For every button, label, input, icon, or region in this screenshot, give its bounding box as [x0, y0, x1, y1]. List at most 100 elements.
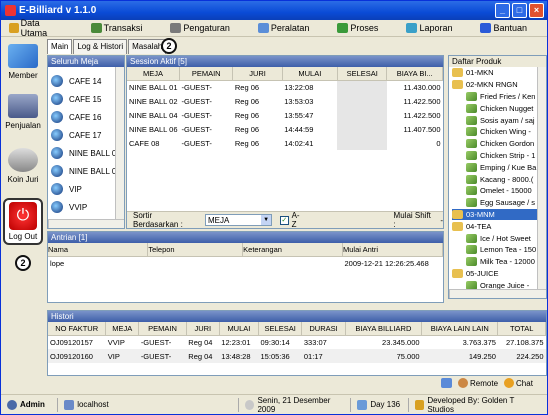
column-header[interactable]: Nama: [48, 243, 149, 257]
product-item[interactable]: Ice / Hot Sweet: [452, 232, 546, 244]
product-category[interactable]: 02-MKN RNGN: [452, 79, 546, 91]
sort-select[interactable]: MEJA ▼: [205, 214, 273, 226]
meja-item[interactable]: NINE BALL 03: [48, 144, 124, 162]
folder-icon: [452, 80, 463, 90]
chat-button[interactable]: Chat: [504, 378, 533, 388]
table-cell: Reg 06: [234, 138, 260, 148]
column-header[interactable]: BIAYA LAIN LAIN: [421, 322, 499, 336]
meja-item[interactable]: NINE BALL 05: [48, 162, 124, 180]
meja-horizontal-scrollbar[interactable]: [48, 219, 124, 228]
menu-bantuan[interactable]: Bantuan: [472, 23, 527, 33]
table-row[interactable]: NINE BALL 01 -GUEST- Reg 06 13:22:08 11.430.…: [127, 80, 443, 94]
column-header[interactable]: BIAYA BI...: [386, 67, 443, 81]
billiard-ball-icon: [51, 201, 63, 213]
product-icon: [466, 257, 477, 267]
meja-item[interactable]: CAFE 16: [48, 108, 124, 126]
column-header[interactable]: JURI: [186, 322, 220, 336]
table-cell: 14:02:41: [284, 138, 314, 148]
column-header[interactable]: Mulai Antri: [342, 243, 443, 257]
product-item[interactable]: Sosis ayam / saj: [452, 114, 546, 126]
product-item[interactable]: Chicken Strip - 1: [452, 150, 546, 162]
close-button[interactable]: ×: [529, 3, 544, 18]
computer-icon: [64, 399, 75, 410]
product-category[interactable]: 01-MKN: [452, 67, 546, 79]
product-category[interactable]: 04-TEA: [452, 220, 546, 232]
product-item[interactable]: Chicken Wing -: [452, 126, 546, 138]
meja-item[interactable]: CAFE 14: [48, 72, 124, 90]
column-header[interactable]: Keterangan: [242, 243, 344, 257]
column-header[interactable]: NO FAKTUR: [48, 322, 107, 336]
menu-data-utama[interactable]: Data Utama: [1, 18, 63, 38]
maximize-button[interactable]: □: [512, 3, 527, 18]
column-header[interactable]: Telepon: [147, 243, 244, 257]
produk-horizontal-scrollbar[interactable]: [449, 289, 546, 298]
column-header[interactable]: BIAYA BILLIARD: [345, 322, 423, 336]
product-item[interactable]: Chicken Gordon: [452, 138, 546, 150]
remote-button[interactable]: Remote: [458, 378, 498, 388]
tree-item-label: Lemon Tea - 150: [480, 245, 537, 255]
menu-proses[interactable]: Proses: [329, 23, 378, 33]
column-header[interactable]: DURASI: [301, 322, 346, 336]
meja-item[interactable]: CAFE 17: [48, 126, 124, 144]
product-icon: [466, 174, 477, 184]
product-category[interactable]: 03-MNM: [452, 208, 546, 221]
produk-vertical-scrollbar[interactable]: [537, 67, 546, 289]
tab-log-histori[interactable]: Log & Histori: [73, 39, 128, 54]
seluruh-meja-title: Seluruh Meja: [48, 56, 124, 67]
table-row[interactable]: NINE BALL 04 -GUEST- Reg 06 13:55:47 11.422.…: [127, 108, 443, 122]
menu-transaksi[interactable]: Transaksi: [83, 23, 142, 33]
menu-pengaturan[interactable]: Pengaturan: [162, 23, 230, 33]
table-row[interactable]: OJ09120160 VIP -GUEST- Reg 04 13:48:28 15:05:…: [48, 349, 546, 363]
folder-icon: [452, 221, 463, 231]
meja-item[interactable]: VIP: [48, 180, 124, 198]
product-item[interactable]: Milk Tea - 12000: [452, 256, 546, 268]
product-item[interactable]: Lemon Tea - 150: [452, 244, 546, 256]
table-row[interactable]: OJ09120157 VVIP -GUEST- Reg 04 12:23:01 09:30…: [48, 335, 546, 349]
column-header[interactable]: MULAI: [219, 322, 260, 336]
meja-item[interactable]: VVIP: [48, 198, 124, 216]
antrian-table: Nama Telepon Keterangan Mulai Antri lope 200…: [48, 243, 443, 270]
meja-item[interactable]: CAFE 15: [48, 90, 124, 108]
developer-logo-icon: [414, 399, 425, 410]
column-header[interactable]: PEMAIN: [138, 322, 187, 336]
product-item[interactable]: Kacang - 8000.(: [452, 173, 546, 185]
meja-vertical-scrollbar[interactable]: [115, 67, 124, 219]
logout-button[interactable]: ⏻ Log Out: [3, 198, 43, 245]
column-header[interactable]: JURI: [232, 67, 283, 81]
az-checkbox[interactable]: ✓: [280, 215, 289, 225]
product-category[interactable]: 05-JUICE: [452, 268, 546, 280]
menu-laporan[interactable]: Laporan: [398, 23, 452, 33]
remote-icon: [458, 378, 468, 388]
column-header[interactable]: MULAI: [282, 67, 338, 81]
column-header[interactable]: MEJA: [127, 67, 180, 81]
product-icon: [466, 245, 477, 255]
column-header[interactable]: SELESAI: [258, 322, 303, 336]
folder-icon: [9, 23, 19, 33]
product-item[interactable]: Chicken Nugget: [452, 102, 546, 114]
window-title: E-Billiard v 1.1.0: [19, 5, 97, 16]
minimize-button[interactable]: _: [495, 3, 510, 18]
table-cell: 333:07: [303, 337, 327, 347]
table-row[interactable]: CAFE 08 -GUEST- Reg 06 14:02:41 0: [127, 136, 443, 150]
sort-label: Sortir Berdasarkan :: [133, 211, 183, 229]
member-button[interactable]: Member: [3, 44, 43, 80]
column-header[interactable]: SELESAI: [337, 67, 388, 81]
product-item[interactable]: Omelet - 15000: [452, 185, 546, 197]
table-row[interactable]: NINE BALL 02 -GUEST- Reg 06 13:53:03 11.422.…: [127, 94, 443, 108]
column-header[interactable]: PEMAIN: [179, 67, 234, 81]
mail-icon[interactable]: [441, 378, 452, 388]
menu-peralatan[interactable]: Peralatan: [250, 23, 309, 33]
product-item[interactable]: Fried Fries / Ken: [452, 91, 546, 103]
tab-main[interactable]: Main: [47, 39, 73, 54]
tree-item-label: Omelet - 15000: [480, 186, 532, 196]
product-item[interactable]: Egg Sausage / s: [452, 197, 546, 209]
product-item[interactable]: Emping / Kue Ba: [452, 161, 546, 173]
column-header[interactable]: TOTAL: [497, 322, 546, 336]
table-row[interactable]: lope 2009-12-21 12:26:25.468: [48, 256, 443, 270]
table-row[interactable]: NINE BALL 06 -GUEST- Reg 06 14:44:59 11.407.…: [127, 122, 443, 136]
koin-juri-button[interactable]: Koin Juri: [3, 148, 43, 184]
penjualan-button[interactable]: Penjualan: [3, 94, 43, 130]
table-cell: -GUEST-: [140, 337, 172, 347]
shift-value: -: [440, 215, 443, 225]
column-header[interactable]: MEJA: [105, 322, 140, 336]
